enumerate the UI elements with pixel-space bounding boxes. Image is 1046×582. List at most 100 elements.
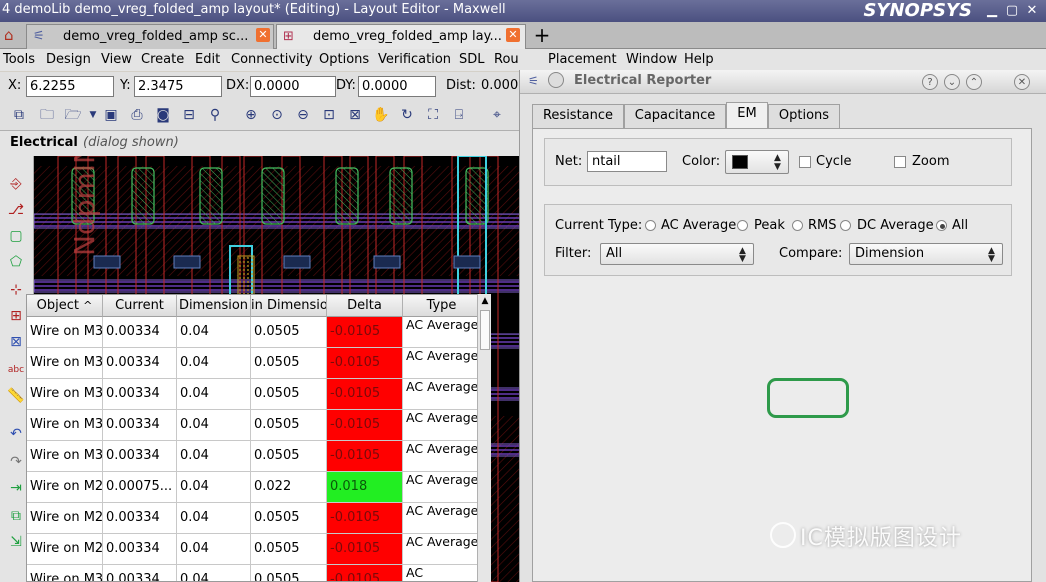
menu-design[interactable]: Design: [46, 49, 91, 71]
table-scrollbar[interactable]: ▲: [477, 294, 491, 582]
compare-select[interactable]: Dimension ▲ ▼: [849, 243, 1003, 265]
dialog-close-icon[interactable]: ✕: [1014, 74, 1030, 90]
scroll-up-icon[interactable]: ▲: [480, 295, 490, 307]
help-icon[interactable]: ?: [922, 74, 938, 90]
refresh-icon[interactable]: ↻: [398, 106, 416, 124]
dialog-title-bar[interactable]: ⚟ Electrical Reporter ? ⌄ ⌃ ✕: [520, 70, 1046, 94]
zoom-out-icon[interactable]: ⊖: [294, 106, 312, 124]
hierarchy-icon[interactable]: ⍈: [450, 106, 468, 124]
create-rect-icon[interactable]: ▢: [6, 226, 26, 246]
stretch-icon[interactable]: ⇲: [6, 532, 26, 552]
menu-options[interactable]: Options: [319, 49, 369, 71]
save-icon[interactable]: ▣: [102, 106, 120, 124]
open-recent-icon[interactable]: 🗁: [64, 106, 82, 124]
dy-field[interactable]: 0.0000: [358, 76, 436, 97]
dialog-menu-icon[interactable]: [548, 72, 564, 88]
tab-em[interactable]: EM: [726, 102, 768, 129]
dx-field[interactable]: 0.0000: [250, 76, 336, 97]
watermark-icon: [770, 522, 796, 548]
menu-edit[interactable]: Edit: [195, 49, 220, 71]
tab-layout[interactable]: ⊞ demo_vreg_folded_amp lay...: [276, 24, 526, 49]
zoom-fit-icon[interactable]: ⊙: [268, 106, 286, 124]
menu-sdl[interactable]: SDL: [459, 49, 485, 71]
filter-select[interactable]: All ▲ ▼: [600, 243, 754, 265]
y-field[interactable]: 2.3475: [134, 76, 222, 97]
table-row[interactable]: Wire on M2 0.00334 0.04 0.0505 -0.0105 AC Ave…: [27, 534, 479, 565]
scroll-thumb[interactable]: [480, 310, 490, 350]
create-guardring-icon[interactable]: ⊠: [6, 332, 26, 352]
column-header-dimension[interactable]: Dimension: [177, 295, 251, 317]
create-via-icon[interactable]: ⊹: [6, 280, 26, 300]
home-icon[interactable]: ⌂: [4, 26, 22, 44]
zoom-box-icon[interactable]: ⊡: [320, 106, 338, 124]
column-header-type[interactable]: Type: [403, 295, 479, 317]
column-header-object[interactable]: Object ^: [27, 295, 103, 317]
radio-ac-average[interactable]: [645, 220, 656, 231]
x-field[interactable]: 6.2255: [26, 76, 114, 97]
create-pin-icon[interactable]: ⎆: [6, 174, 26, 194]
tab-resistance[interactable]: Resistance: [532, 104, 624, 128]
camera-icon[interactable]: ◙: [154, 106, 172, 124]
dialog-minimize-icon[interactable]: ⌄: [944, 74, 960, 90]
cell-min-dimension: 0.0505: [251, 503, 327, 534]
fit-window-icon[interactable]: ⛶: [424, 106, 442, 124]
move-icon[interactable]: ⇥: [6, 478, 26, 498]
radio-all[interactable]: [936, 220, 947, 231]
new-tab-icon[interactable]: +: [530, 24, 554, 48]
menu-placement[interactable]: Placement: [548, 49, 617, 71]
create-polygon-icon[interactable]: ⬠: [6, 252, 26, 272]
dialog-maximize-icon[interactable]: ⌃: [966, 74, 982, 90]
copy-icon[interactable]: ⧉: [6, 506, 26, 526]
table-row[interactable]: Wire on M3 0.00334 0.04 0.0505 -0.0105 AC Ave…: [27, 441, 479, 472]
radio-dc-average[interactable]: [840, 220, 851, 231]
create-path-icon[interactable]: ⎇: [6, 200, 26, 220]
probe-icon[interactable]: ⌖: [488, 106, 506, 124]
zoom-select-icon[interactable]: ⊠: [346, 106, 364, 124]
table-row[interactable]: Wire on M3 0.00334 0.04 0.0505 -0.0105 AC Ave…: [27, 348, 479, 379]
table-row[interactable]: Wire on M3 0.00334 0.04 0.0505 -0.0105 AC Ave…: [27, 317, 479, 348]
pan-hand-icon[interactable]: ✋: [372, 106, 390, 124]
dropdown-arrow-icon[interactable]: ▼: [84, 106, 102, 124]
tab-capacitance[interactable]: Capacitance: [624, 104, 726, 128]
column-header-delta[interactable]: Delta: [327, 295, 403, 317]
menu-view[interactable]: View: [101, 49, 132, 71]
redo-icon[interactable]: ↷: [6, 452, 26, 472]
color-select[interactable]: ▲ ▼: [725, 150, 789, 174]
tab-options[interactable]: Options: [768, 104, 840, 128]
menu-tools[interactable]: Tools: [3, 49, 35, 71]
layers-icon[interactable]: ⊟: [180, 106, 198, 124]
open-folder-icon[interactable]: 🗀: [38, 106, 56, 124]
net-input[interactable]: ntail: [587, 151, 667, 172]
zoom-in-icon[interactable]: ⊕: [242, 106, 260, 124]
ruler-icon[interactable]: 📏: [6, 386, 26, 406]
table-row[interactable]: Wire on M3 0.00334 0.04 0.0505 -0.0105 AC: [27, 565, 479, 581]
cycle-checkbox[interactable]: [799, 156, 811, 168]
minimize-icon[interactable]: ▁: [984, 3, 1000, 19]
menu-verification[interactable]: Verification: [378, 49, 451, 71]
radio-peak[interactable]: [737, 220, 748, 231]
maximize-icon[interactable]: ▢: [1004, 3, 1020, 19]
print-icon[interactable]: ⎙: [128, 106, 146, 124]
create-instance-icon[interactable]: ⊞: [6, 306, 26, 326]
cell-icon[interactable]: ⧉: [10, 106, 28, 124]
create-label-icon[interactable]: abc: [6, 360, 26, 380]
close-icon[interactable]: ✕: [1024, 3, 1040, 19]
search-icon[interactable]: ⚲: [206, 106, 224, 124]
close-tab-layout-icon[interactable]: ✕: [506, 28, 520, 42]
close-tab-schematic-icon[interactable]: ✕: [256, 28, 270, 42]
column-header-min-dimension[interactable]: in Dimensio: [251, 295, 327, 317]
radio-rms[interactable]: [792, 220, 803, 231]
undo-icon[interactable]: ↶: [6, 424, 26, 444]
menu-connectivity[interactable]: Connectivity: [231, 49, 312, 71]
table-row[interactable]: Wire on M3 0.00334 0.04 0.0505 -0.0105 AC Ave…: [27, 410, 479, 441]
table-row[interactable]: Wire on M2 0.00334 0.04 0.0505 -0.0105 AC Ave…: [27, 503, 479, 534]
zoom-checkbox[interactable]: [894, 156, 906, 168]
menu-help[interactable]: Help: [684, 49, 714, 71]
tab-schematic[interactable]: ⚟ demo_vreg_folded_amp sc...: [26, 24, 274, 49]
table-row[interactable]: Wire on M3 0.00334 0.04 0.0505 -0.0105 AC Ave…: [27, 379, 479, 410]
menu-window[interactable]: Window: [626, 49, 677, 71]
cell-delta: -0.0105: [327, 410, 403, 441]
menu-create[interactable]: Create: [141, 49, 184, 71]
table-row[interactable]: Wire on M2 0.00075... 0.04 0.022 0.018 AC Ave…: [27, 472, 479, 503]
column-header-current[interactable]: Current: [103, 295, 177, 317]
